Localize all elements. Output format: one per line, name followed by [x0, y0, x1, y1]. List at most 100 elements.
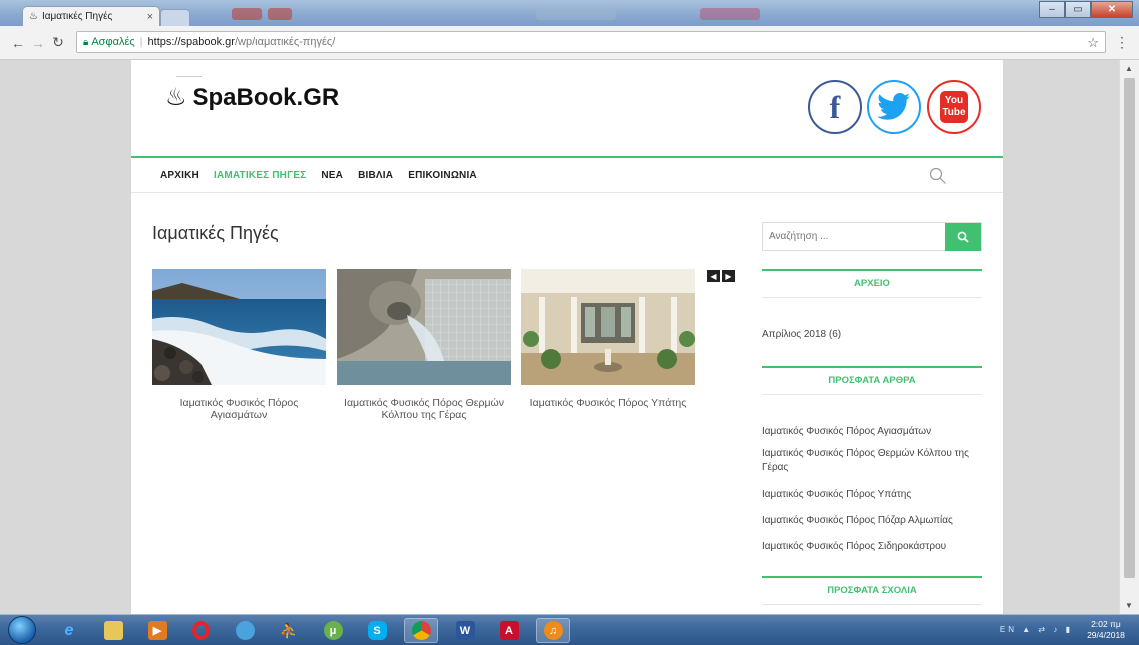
- word-icon: W: [455, 621, 475, 640]
- taskbar-clock[interactable]: 2:02 πμ 29/4/2018: [1079, 619, 1133, 641]
- recent-post-link[interactable]: Ιαματικός Φυσικός Πόρος Υπάτης: [762, 488, 982, 502]
- post-card-caption[interactable]: Ιαματικός Φυσικός Πόρος Υπάτης: [521, 397, 695, 409]
- taskbar-runner-app[interactable]: ⛹: [272, 618, 306, 643]
- youtube-badge: You Tube: [940, 91, 968, 123]
- secure-label: Ασφαλές: [91, 36, 135, 48]
- taskbar-word[interactable]: W: [448, 618, 482, 643]
- internet-explorer-icon: e: [64, 621, 74, 639]
- recent-post-link[interactable]: Ιαματικός Φυσικός Πόρος Αγιασμάτων: [762, 425, 982, 439]
- back-arrow-icon[interactable]: ←: [8, 35, 28, 51]
- logo-text: SpaBook.GR: [192, 84, 340, 111]
- window-controls: – ▭ ✕: [1039, 1, 1133, 18]
- post-thumbnail-image[interactable]: [521, 269, 695, 385]
- tab-close-icon[interactable]: ×: [147, 11, 153, 23]
- forward-arrow-icon[interactable]: →: [28, 35, 48, 51]
- site-header: ♨ SpaBook.GR f You Tube: [131, 60, 1003, 156]
- slider-next-button[interactable]: ▶: [722, 270, 735, 282]
- lock-icon: 🔒︎: [83, 36, 89, 48]
- windows-taskbar: e ▶ ⛹ μ S W A ♫ EN ▲ ⇄ ♪ ▮ 2:02 πμ 29/4/…: [0, 614, 1139, 645]
- search-input[interactable]: [763, 223, 945, 250]
- clock-time: 2:02 πμ: [1091, 619, 1121, 629]
- site-logo[interactable]: ♨ SpaBook.GR: [165, 84, 339, 112]
- maximize-button[interactable]: ▭: [1065, 1, 1091, 18]
- post-card-caption[interactable]: Ιαματικός Φυσικός Πόρος Αγιασμάτων: [152, 397, 326, 421]
- browser-toolbar: ← → ↻ 🔒︎ Ασφαλές | https://spabook.gr/wp…: [0, 26, 1139, 60]
- skype-icon: S: [367, 621, 387, 640]
- taskbar-media-player[interactable]: ▶: [140, 618, 174, 643]
- post-card[interactable]: Ιαματικός Φυσικός Πόρος Θερμών Κόλπου τη…: [337, 269, 511, 421]
- sidebar-search: [762, 222, 982, 251]
- search-icon: [957, 231, 969, 243]
- post-card-caption[interactable]: Ιαματικός Φυσικός Πόρος Θερμών Κόλπου τη…: [337, 397, 511, 421]
- minimize-button[interactable]: –: [1039, 1, 1065, 18]
- taskbar-itunes[interactable]: ♫: [536, 618, 570, 643]
- search-icon[interactable]: [929, 167, 947, 185]
- post-thumbnail-image[interactable]: [152, 269, 326, 385]
- url-path: /wp/ιαματικές-πηγές/: [234, 36, 336, 48]
- runner-icon: ⛹: [279, 622, 299, 640]
- utorrent-icon: μ: [323, 621, 343, 640]
- browser-menu-icon[interactable]: ⋮: [1115, 34, 1129, 51]
- blue-circle-app-icon: [235, 621, 255, 640]
- taskbar-file-explorer[interactable]: [96, 618, 130, 643]
- folder-icon: [103, 621, 123, 640]
- scroll-up-arrow-icon[interactable]: ▲: [1125, 64, 1133, 73]
- page-title: Ιαματικές Πηγές: [152, 223, 279, 243]
- scroll-down-arrow-icon[interactable]: ▼: [1125, 601, 1133, 610]
- volume-icon[interactable]: ♪: [1053, 625, 1060, 634]
- reload-icon[interactable]: ↻: [48, 34, 68, 51]
- twitter-bird-icon: [877, 93, 910, 120]
- blurred-window-title: [536, 8, 616, 20]
- signal-icon[interactable]: ▮: [1066, 625, 1073, 634]
- browser-tab[interactable]: ♨ Ιαματικές Πηγές ×: [22, 6, 160, 26]
- post-card[interactable]: Ιαματικός Φυσικός Πόρος Αγιασμάτων: [152, 269, 326, 421]
- spa-steam-icon: ♨: [165, 84, 187, 111]
- youtube-icon[interactable]: You Tube: [927, 80, 981, 134]
- system-tray: EN ▲ ⇄ ♪ ▮: [1000, 625, 1073, 634]
- archive-item-link[interactable]: Απρίλιος 2018 (6): [762, 328, 982, 342]
- url-host: https://spabook.gr: [147, 36, 235, 48]
- recent-post-link[interactable]: Ιαματικός Φυσικός Πόρος Θερμών Κόλπου τη…: [762, 447, 982, 475]
- close-window-button[interactable]: ✕: [1091, 1, 1133, 18]
- start-button[interactable]: [8, 616, 36, 644]
- nav-item-home[interactable]: ΑΡΧΙΚΗ: [160, 170, 199, 181]
- scroll-thumb[interactable]: [1124, 78, 1135, 578]
- itunes-icon: ♫: [543, 621, 563, 640]
- nav-item-contact[interactable]: ΕΠΙΚΟΙΝΩΝΙΑ: [408, 170, 477, 181]
- network-icon[interactable]: ⇄: [1038, 625, 1048, 634]
- taskbar-acrobat[interactable]: A: [492, 618, 526, 643]
- archive-heading: ΑΡΧΕΙΟ: [762, 269, 982, 298]
- taskbar-utorrent[interactable]: μ: [316, 618, 350, 643]
- blurred-taskbar-area: [268, 8, 292, 20]
- address-separator: |: [139, 36, 143, 48]
- recent-comments-heading: ΠΡΟΣΦΑΤΑ ΣΧΟΛΙΑ: [762, 576, 982, 605]
- facebook-icon[interactable]: f: [808, 80, 862, 134]
- recent-post-link[interactable]: Ιαματικός Φυσικός Πόρος Πόζαρ Αλμωπίας: [762, 514, 982, 528]
- media-player-icon: ▶: [147, 621, 167, 640]
- page-scrollbar[interactable]: ▲ ▼: [1119, 60, 1139, 614]
- taskbar-internet-explorer[interactable]: e: [52, 618, 86, 643]
- language-indicator[interactable]: EN: [1000, 625, 1017, 634]
- tray-expand-icon[interactable]: ▲: [1022, 625, 1033, 634]
- nav-item-thermal-springs[interactable]: ΙΑΜΑΤΙΚΕΣ ΠΗΓΕΣ: [214, 170, 306, 181]
- new-tab-button[interactable]: [160, 9, 190, 26]
- post-thumbnail-image[interactable]: [337, 269, 511, 385]
- bookmark-star-icon[interactable]: ☆: [1087, 35, 1099, 51]
- youtube-badge-bottom: Tube: [942, 107, 966, 118]
- acrobat-icon: A: [499, 621, 519, 640]
- recent-post-link[interactable]: Ιαματικός Φυσικός Πόρος Σιδηροκάστρου: [762, 540, 982, 554]
- twitter-icon[interactable]: [867, 80, 921, 134]
- header-divider: [176, 76, 202, 77]
- chrome-icon: [411, 621, 431, 640]
- slider-prev-button[interactable]: ◀: [707, 270, 720, 282]
- search-button[interactable]: [945, 223, 981, 251]
- recent-posts-heading: ΠΡΟΣΦΑΤΑ ΑΡΘΡΑ: [762, 366, 982, 395]
- post-card[interactable]: Ιαματικός Φυσικός Πόρος Υπάτης: [521, 269, 695, 409]
- taskbar-skype[interactable]: S: [360, 618, 394, 643]
- taskbar-app-blue[interactable]: [228, 618, 262, 643]
- address-bar[interactable]: 🔒︎ Ασφαλές | https://spabook.gr/wp/ιαματ…: [76, 31, 1106, 53]
- nav-item-news[interactable]: ΝΕΑ: [321, 170, 343, 181]
- taskbar-chrome[interactable]: [404, 618, 438, 643]
- taskbar-opera[interactable]: [184, 618, 218, 643]
- nav-item-books[interactable]: ΒΙΒΛΙΑ: [358, 170, 393, 181]
